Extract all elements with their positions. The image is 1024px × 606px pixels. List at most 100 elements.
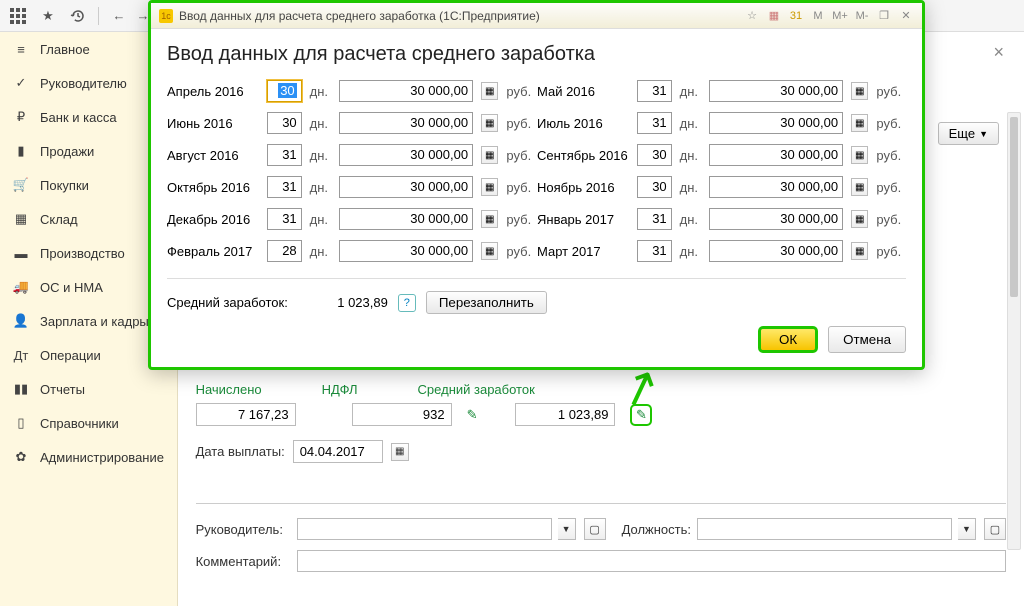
calendar-icon[interactable]: 31 [788, 8, 804, 24]
nav-back-icon[interactable]: ← [109, 6, 129, 26]
amount-input[interactable]: 30 000,00 [339, 144, 473, 166]
amount-input[interactable]: 30 000,00 [339, 208, 473, 230]
days-input[interactable]: 31 [267, 144, 302, 166]
chevron-down-icon[interactable]: ▼ [958, 518, 976, 540]
sidebar-item-catalogs[interactable]: ▯Справочники [0, 406, 177, 440]
calculator-icon[interactable]: ▦ [851, 178, 868, 196]
open-icon[interactable]: ▢ [584, 518, 606, 540]
currency-unit: руб. [506, 148, 537, 163]
calculator-icon[interactable]: ▦ [481, 178, 498, 196]
days-input[interactable]: 30 [267, 80, 302, 102]
ndfl-input[interactable] [352, 403, 452, 426]
amount-input[interactable]: 30 000,00 [709, 112, 843, 134]
month-cell: Май 201631дн.30 000,00▦руб. [537, 80, 907, 102]
sidebar-item-label: Отчеты [40, 382, 85, 397]
calculator-icon[interactable]: ▦ [851, 210, 868, 228]
mem-m-icon[interactable]: M [810, 8, 826, 24]
calc-icon[interactable]: ▦ [766, 8, 782, 24]
days-input[interactable]: 30 [637, 144, 672, 166]
amount-input[interactable]: 30 000,00 [709, 144, 843, 166]
accrued-input[interactable] [196, 403, 296, 426]
amount-input[interactable]: 30 000,00 [709, 208, 843, 230]
month-label: Июль 2016 [537, 116, 629, 131]
avg-label: Средний заработок: [167, 295, 288, 310]
comment-input[interactable] [297, 550, 1006, 572]
calculator-icon[interactable]: ▦ [481, 82, 498, 100]
sidebar-item-reports[interactable]: ▮▮Отчеты [0, 372, 177, 406]
calculator-icon[interactable]: ▦ [481, 114, 498, 132]
chart-line-icon: ✓ [12, 74, 30, 92]
month-cell: Ноябрь 201630дн.30 000,00▦руб. [537, 176, 907, 198]
days-input[interactable]: 31 [637, 240, 672, 262]
position-input[interactable] [697, 518, 952, 540]
month-cell: Декабрь 201631дн.30 000,00▦руб. [167, 208, 537, 230]
payment-date-label: Дата выплаты: [196, 444, 285, 459]
month-row: Декабрь 201631дн.30 000,00▦руб.Январь 20… [167, 206, 906, 232]
calculator-icon[interactable]: ▦ [851, 146, 868, 164]
close-icon[interactable]: × [993, 42, 1004, 63]
payment-date-input[interactable] [293, 440, 383, 463]
bag-icon: ▮ [12, 142, 30, 160]
ruble-icon: ₽ [12, 108, 30, 126]
currency-unit: руб. [506, 212, 537, 227]
tab-ndfl[interactable]: НДФЛ [322, 382, 358, 397]
days-input[interactable]: 31 [637, 112, 672, 134]
amount-input[interactable]: 30 000,00 [339, 240, 473, 262]
days-unit: дн. [310, 212, 331, 227]
star-icon[interactable]: ★ [38, 6, 58, 26]
apps-icon[interactable] [8, 6, 28, 26]
calculator-icon[interactable]: ▦ [851, 242, 868, 260]
avg-earnings-dialog: 1c Ввод данных для расчета среднего зара… [148, 0, 925, 370]
month-cell: Апрель 201630дн.30 000,00▦руб. [167, 80, 537, 102]
cancel-button[interactable]: Отмена [828, 326, 906, 353]
days-input[interactable]: 31 [267, 176, 302, 198]
pencil-highlight-icon[interactable]: ✎ [630, 404, 652, 426]
days-input[interactable]: 30 [637, 176, 672, 198]
calculator-icon[interactable]: ▦ [481, 242, 498, 260]
calculator-icon[interactable]: ▦ [481, 146, 498, 164]
dialog-titlebar[interactable]: 1c Ввод данных для расчета среднего зара… [151, 3, 922, 29]
close-icon[interactable]: ✕ [898, 8, 914, 24]
amount-input[interactable]: 30 000,00 [339, 80, 473, 102]
window-restore-icon[interactable]: ❐ [876, 8, 892, 24]
amount-input[interactable]: 30 000,00 [709, 80, 843, 102]
days-input[interactable]: 30 [267, 112, 302, 134]
days-input[interactable]: 31 [637, 208, 672, 230]
days-input[interactable]: 31 [637, 80, 672, 102]
month-cell: Сентябрь 201630дн.30 000,00▦руб. [537, 144, 907, 166]
refill-button[interactable]: Перезаполнить [426, 291, 547, 314]
tab-avg[interactable]: Средний заработок [418, 382, 535, 397]
mem-mminus-icon[interactable]: M- [854, 8, 870, 24]
days-unit: дн. [310, 180, 331, 195]
dialog-title: Ввод данных для расчета среднего заработ… [167, 43, 906, 66]
amount-input[interactable]: 30 000,00 [339, 112, 473, 134]
calendar-icon[interactable]: ▦ [391, 443, 409, 461]
avg-input[interactable] [515, 403, 615, 426]
sidebar-item-admin[interactable]: ✿Администрирование [0, 440, 177, 474]
more-button[interactable]: Еще▼ [938, 122, 999, 145]
open-icon[interactable]: ▢ [984, 518, 1006, 540]
calculator-icon[interactable]: ▦ [851, 114, 868, 132]
favorite-icon[interactable]: ☆ [744, 8, 760, 24]
days-unit: дн. [680, 244, 701, 259]
mem-mplus-icon[interactable]: M+ [832, 8, 848, 24]
calculator-icon[interactable]: ▦ [481, 210, 498, 228]
pencil-icon[interactable]: ✎ [467, 407, 478, 423]
manager-input[interactable] [297, 518, 552, 540]
tab-accrued[interactable]: Начислено [196, 382, 262, 397]
chevron-down-icon[interactable]: ▼ [558, 518, 576, 540]
amount-input[interactable]: 30 000,00 [339, 176, 473, 198]
days-input[interactable]: 28 [267, 240, 302, 262]
days-input[interactable]: 31 [267, 208, 302, 230]
scrollbar-vertical[interactable] [1007, 112, 1021, 550]
home-icon: ≡ [12, 40, 30, 58]
amount-input[interactable]: 30 000,00 [709, 240, 843, 262]
currency-unit: руб. [876, 84, 907, 99]
amount-input[interactable]: 30 000,00 [709, 176, 843, 198]
ok-button[interactable]: ОК [758, 326, 818, 353]
month-row: Июнь 201630дн.30 000,00▦руб.Июль 201631д… [167, 110, 906, 136]
help-icon[interactable]: ? [398, 294, 416, 312]
history-icon[interactable] [68, 6, 88, 26]
calculator-icon[interactable]: ▦ [851, 82, 868, 100]
days-unit: дн. [680, 84, 701, 99]
